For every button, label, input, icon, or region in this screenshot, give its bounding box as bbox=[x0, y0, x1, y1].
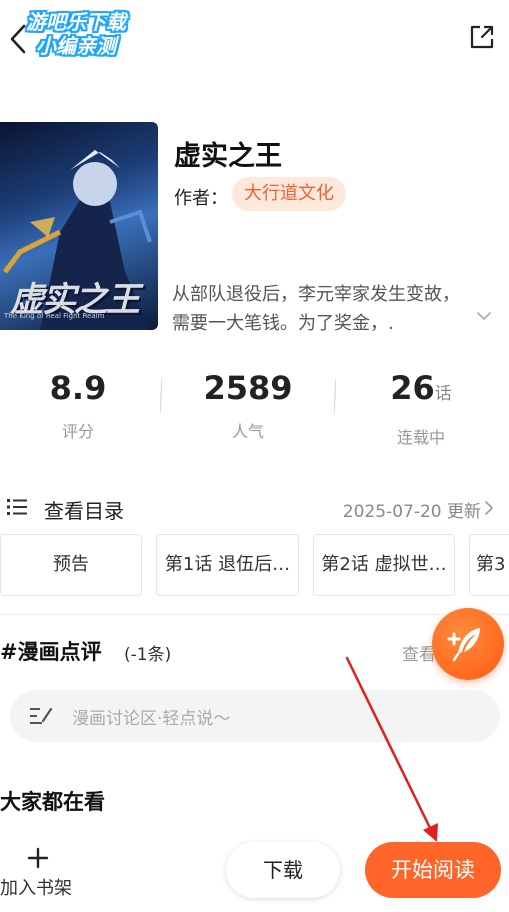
stat-value: 2589 bbox=[203, 369, 293, 407]
stat-divider bbox=[334, 378, 336, 414]
plus-icon[interactable] bbox=[26, 846, 50, 870]
write-review-fab[interactable] bbox=[432, 608, 504, 680]
stat-unit: 话 bbox=[434, 384, 452, 404]
watermark-line1: 游吧乐下载 bbox=[26, 10, 126, 34]
share-icon[interactable] bbox=[467, 22, 497, 52]
stat-label: 人气 bbox=[231, 422, 264, 441]
reviews-count: (-1条) bbox=[124, 645, 172, 665]
chapter-item[interactable]: 第2话 虚拟世… bbox=[313, 534, 455, 596]
stat-divider bbox=[160, 378, 162, 414]
catalog-update-date: 2025-07-20 更新 bbox=[342, 502, 481, 522]
chevron-right-icon bbox=[485, 501, 493, 515]
stat-label: 连载中 bbox=[396, 428, 445, 447]
reviews-more-link[interactable]: 查看 bbox=[402, 640, 436, 665]
chapter-item[interactable]: 第1话 退伍后… bbox=[156, 534, 299, 596]
popular-title: 大家都在看 bbox=[0, 790, 105, 814]
add-to-shelf-button[interactable]: 加入书架 bbox=[0, 874, 72, 900]
stat-rating: 8.9 评分 bbox=[8, 366, 148, 442]
stat-value: 26 bbox=[390, 369, 435, 407]
edit-lines-icon bbox=[30, 707, 53, 724]
stat-episodes: 26话 连载中 bbox=[351, 366, 491, 448]
book-cover[interactable]: 虚实之王 The King of Real Fight Realm bbox=[0, 122, 158, 330]
comment-input[interactable]: 漫画讨论区·轻点说～ bbox=[10, 690, 500, 742]
stat-popularity: 2589 人气 bbox=[178, 366, 318, 442]
author-tag[interactable]: 大行道文化 bbox=[232, 177, 346, 211]
list-icon bbox=[7, 499, 27, 515]
chevron-down-icon[interactable] bbox=[476, 308, 492, 324]
comment-placeholder: 漫画讨论区·轻点说～ bbox=[72, 709, 231, 729]
watermark: 游吧乐下载 小编亲测 bbox=[26, 10, 156, 58]
book-title: 虚实之王 bbox=[174, 141, 282, 172]
catalog-row[interactable]: 查看目录 2025-07-20 更新 bbox=[0, 488, 509, 528]
chapter-item[interactable]: 预告 bbox=[0, 534, 142, 596]
stat-value: 8.9 bbox=[49, 369, 107, 407]
cover-subtitle: The King of Real Fight Realm bbox=[4, 312, 105, 320]
start-reading-button[interactable]: 开始阅读 bbox=[365, 842, 501, 898]
watermark-line2: 小编亲测 bbox=[36, 34, 116, 58]
divider bbox=[0, 614, 509, 615]
download-button[interactable]: 下载 bbox=[226, 842, 340, 898]
author-label: 作者： bbox=[174, 188, 228, 209]
catalog-label: 查看目录 bbox=[44, 499, 124, 523]
book-description[interactable]: 从部队退役后，李元宰家发生变故，需要一大笔钱。为了奖金，. bbox=[172, 280, 472, 338]
reviews-title: #漫画点评 bbox=[0, 640, 102, 664]
chapter-item[interactable]: 第3 bbox=[469, 534, 509, 596]
feather-pen-icon bbox=[447, 628, 480, 662]
stat-label: 评分 bbox=[61, 422, 94, 441]
